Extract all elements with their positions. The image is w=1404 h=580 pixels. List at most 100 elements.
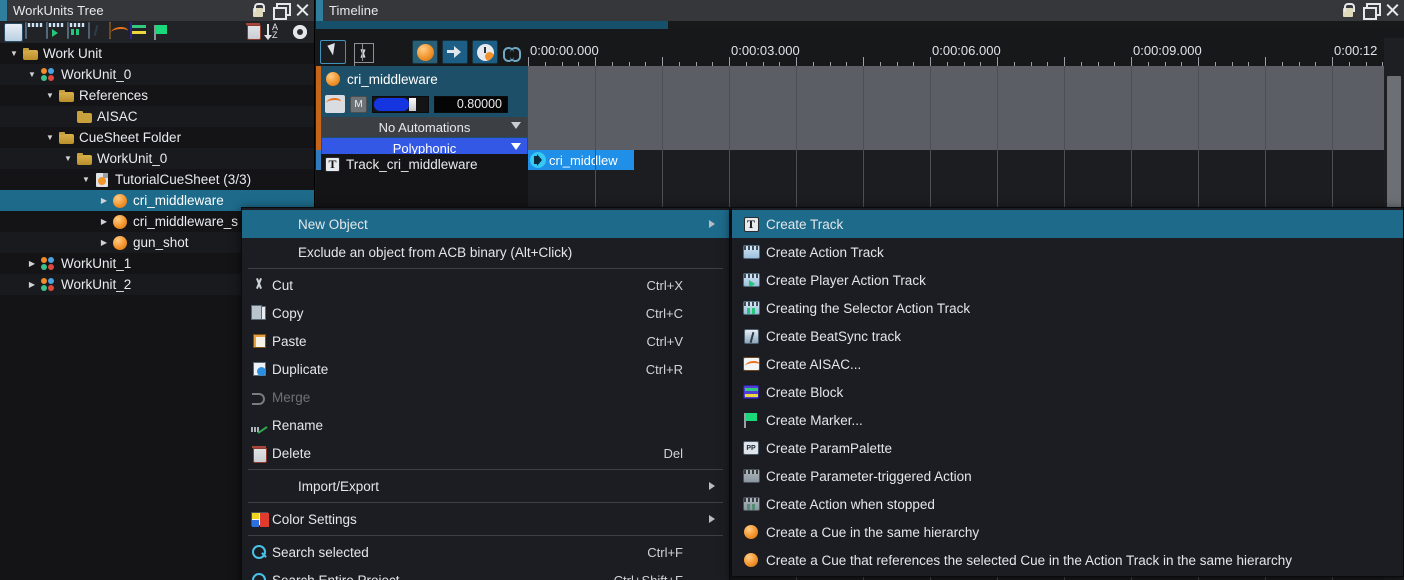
submenu-item-label: Create a Cue in the same hierarchy (766, 524, 980, 540)
chevron-down-icon[interactable]: ▼ (42, 133, 58, 142)
menu-item-exclude-an-object-from-acb-binary-alt-cl[interactable]: Exclude an object from ACB binary (Alt+C… (242, 238, 729, 266)
chevron-down-icon[interactable]: ▼ (78, 175, 94, 184)
submenu-item-create-beatsync-track[interactable]: Create BeatSync track (732, 322, 1403, 350)
submenu-item-create-action-when-stopped[interactable]: Create Action when stopped (732, 490, 1403, 518)
chevron-down-icon[interactable]: ▼ (42, 91, 58, 100)
volume-slider-knob[interactable] (409, 97, 416, 111)
lock-icon[interactable] (1341, 3, 1356, 18)
tree-item-cuesheet-folder[interactable]: ▼ CueSheet Folder (0, 127, 314, 148)
submenu-item-create-parampalette[interactable]: PP Create ParamPalette (732, 434, 1403, 462)
submenu-item-label: Create Player Action Track (766, 272, 926, 288)
menu-item-search-entire-project[interactable]: Search Entire Project Ctrl+Shift+F (242, 566, 729, 580)
timeline-titlebar: Timeline (316, 0, 1404, 21)
create-action-track-icon[interactable] (25, 21, 44, 42)
submenu-item-creating-the-selector-action-track[interactable]: Creating the Selector Action Track (732, 294, 1403, 322)
cut-tool[interactable] (350, 40, 376, 64)
ruler-label: 0:00:06.000 (932, 43, 1001, 58)
restore-icon[interactable] (273, 3, 288, 18)
menu-item-duplicate[interactable]: Duplicate Ctrl+R (242, 355, 729, 383)
tree-item-tutorialcuesheet-3-3[interactable]: ▼ TutorialCueSheet (3/3) (0, 169, 314, 190)
workunit-icon (40, 277, 56, 292)
timeline-clip[interactable]: cri_middlew (528, 150, 634, 170)
submenu-item-create-marker[interactable]: Create Marker... (732, 406, 1403, 434)
restore-icon[interactable] (1363, 3, 1378, 18)
close-icon[interactable] (295, 3, 310, 18)
ruler-label: 0:00:12 (1334, 43, 1378, 58)
create-track-icon[interactable] (4, 22, 23, 42)
ruler-tick (595, 57, 596, 66)
menu-item-cut[interactable]: Cut Ctrl+X (242, 271, 729, 299)
menu-item-search-selected[interactable]: Search selected Ctrl+F (242, 538, 729, 566)
duplicate-icon (248, 362, 270, 376)
submenu-item-create-a-cue-that-references-the-selected-cu[interactable]: Create a Cue that references the selecte… (732, 546, 1403, 574)
tree-item-workunit-0[interactable]: ▼ WorkUnit_0 (0, 64, 314, 85)
chevron-right-icon[interactable]: ▶ (24, 280, 40, 289)
tree-item-work-unit[interactable]: ▼ Work Unit (0, 43, 314, 64)
close-icon[interactable] (1385, 3, 1400, 18)
submenu-item-create-a-cue-in-the-same-hierarchy[interactable]: Create a Cue in the same hierarchy (732, 518, 1403, 546)
context-menu[interactable]: New Object Exclude an object from ACB bin… (241, 207, 730, 580)
create-block-icon[interactable] (130, 21, 149, 42)
volume-slider[interactable] (372, 95, 429, 113)
create-player-action-track-icon[interactable] (46, 21, 65, 42)
chevron-right-icon[interactable]: ▶ (24, 259, 40, 268)
tree-item-aisac[interactable]: AISAC (0, 106, 314, 127)
timeline-ruler[interactable]: 0:00:00.000 0:00:03.000 0:00:06.000 0:00:09… (528, 38, 1384, 66)
create-track-icon: T (739, 216, 763, 232)
timeline-tools (316, 38, 528, 66)
menu-item-shortcut: Del (663, 445, 683, 461)
automations-dropdown[interactable]: No Automations (322, 117, 527, 137)
submenu-item-create-block[interactable]: Create Block (732, 378, 1403, 406)
settings-gear-icon[interactable] (291, 23, 310, 42)
tree-item-label: cri_middleware_s (133, 214, 239, 229)
menu-item-new-object[interactable]: New Object (242, 210, 729, 238)
trash-icon (248, 445, 270, 463)
new-object-submenu[interactable]: T Create Track Create Action Track Create P… (731, 207, 1404, 577)
subtrack-row[interactable]: T Track_cri_middleware (321, 154, 528, 174)
create-aisac-icon[interactable] (109, 21, 128, 42)
menu-item-copy[interactable]: Copy Ctrl+C (242, 299, 729, 327)
jump-to-button[interactable] (442, 40, 468, 64)
cue-button[interactable] (412, 40, 438, 64)
link-button[interactable] (502, 40, 522, 64)
track-selected-block[interactable]: cri_middleware M 0.80000 No Automations (321, 66, 528, 158)
submenu-item-create-track[interactable]: T Create Track (732, 210, 1403, 238)
folder-icon (76, 110, 92, 123)
tree-item-label: CueSheet Folder (79, 130, 182, 145)
subtrack-name: Track_cri_middleware (346, 156, 478, 172)
mute-button[interactable]: M (350, 95, 367, 113)
menu-item-color-settings[interactable]: Color Settings (242, 505, 729, 533)
menu-item-label: Search Entire Project (272, 572, 400, 580)
submenu-item-create-action-track[interactable]: Create Action Track (732, 238, 1403, 266)
submenu-item-create-parameter-triggered-action[interactable]: Create Parameter-triggered Action (732, 462, 1403, 490)
delete-icon[interactable] (246, 23, 265, 42)
submenu-item-create-aisac[interactable]: Create AISAC... (732, 350, 1403, 378)
tree-item-references[interactable]: ▼ References (0, 85, 314, 106)
ruler-tick (796, 57, 797, 66)
chevron-down-icon[interactable]: ▼ (60, 154, 76, 163)
menu-item-rename[interactable]: Rename (242, 411, 729, 439)
select-tool[interactable] (320, 40, 346, 64)
search-icon (248, 544, 270, 560)
menu-item-import-export[interactable]: Import/Export (242, 472, 729, 500)
chevron-right-icon[interactable]: ▶ (96, 238, 112, 247)
sort-az-icon[interactable]: AZ (264, 22, 289, 42)
create-selector-action-track-icon[interactable] (67, 21, 86, 42)
menu-item-delete[interactable]: Delete Del (242, 439, 729, 467)
lock-icon[interactable] (251, 3, 266, 18)
chevron-right-icon[interactable]: ▶ (96, 196, 112, 205)
chevron-down-icon[interactable]: ▼ (24, 70, 40, 79)
clock-button[interactable] (472, 40, 498, 64)
chevron-down-icon[interactable]: ▼ (6, 49, 22, 58)
create-player-action-track-icon (739, 273, 763, 287)
chevron-right-icon[interactable]: ▶ (96, 217, 112, 226)
tree-item-workunit-0[interactable]: ▼ WorkUnit_0 (0, 148, 314, 169)
timeline-active-tab[interactable] (316, 21, 668, 29)
aisac-toggle-icon[interactable] (325, 95, 345, 113)
menu-item-paste[interactable]: Paste Ctrl+V (242, 327, 729, 355)
create-marker-icon[interactable] (151, 23, 170, 42)
timeline-tabstrip[interactable] (316, 21, 1404, 29)
volume-value[interactable]: 0.80000 (434, 95, 508, 113)
create-beatsync-track-icon[interactable] (88, 21, 107, 42)
submenu-item-create-player-action-track[interactable]: Create Player Action Track (732, 266, 1403, 294)
